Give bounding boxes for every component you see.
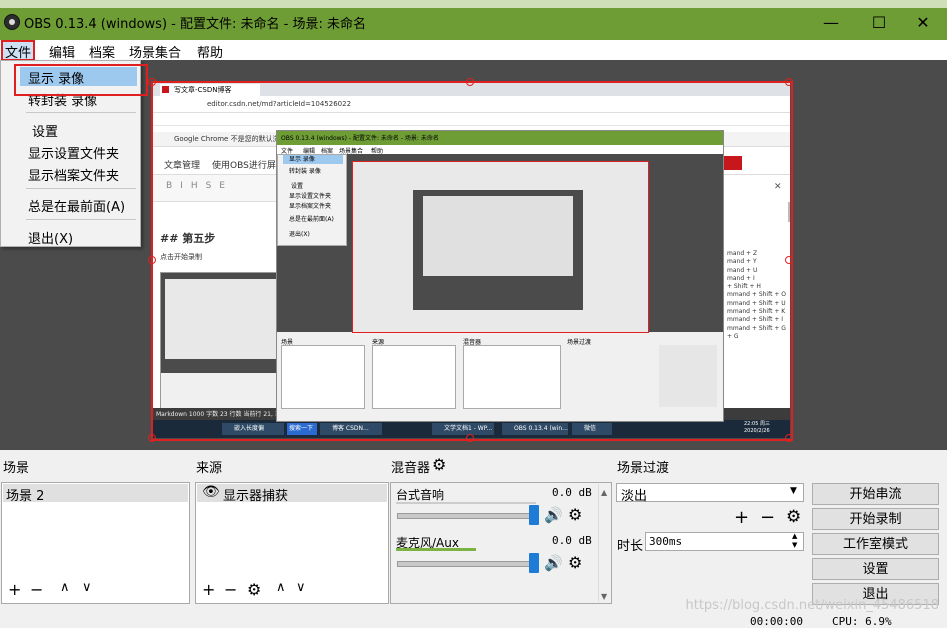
mixer-gear-icon[interactable]: ⚙ <box>432 455 446 474</box>
menu-separator <box>26 112 136 113</box>
add-source-icon[interactable]: + <box>202 580 215 599</box>
mixer-title: 混音器 <box>391 461 431 476</box>
duration-value: 300ms <box>649 535 683 548</box>
menu-profile[interactable]: 档案 <box>89 42 115 61</box>
menu-file[interactable]: 文件 <box>5 42 31 61</box>
volume-slider-track[interactable] <box>397 513 537 519</box>
eye-icon[interactable]: 👁 <box>202 484 220 500</box>
remove-scene-icon[interactable]: − <box>30 580 43 599</box>
resize-handle[interactable] <box>148 434 156 442</box>
transition-selected: 淡出 <box>621 489 648 504</box>
watermark: https://blog.csdn.net/weixin_45486518 <box>685 598 939 613</box>
add-transition-icon[interactable]: + <box>734 507 749 528</box>
sources-title: 来源 <box>196 461 223 476</box>
volume-slider-handle[interactable] <box>529 505 539 525</box>
window-title: OBS 0.13.4 (windows) - 配置文件: 未命名 - 场景: 未… <box>24 17 366 32</box>
speaker-icon[interactable]: 🔊 <box>544 554 563 572</box>
source-properties-gear-icon[interactable]: ⚙ <box>247 580 261 599</box>
resize-handle[interactable] <box>785 78 793 86</box>
move-up-icon[interactable]: ∧ <box>60 580 70 595</box>
transition-gear-icon[interactable]: ⚙ <box>786 507 801 527</box>
mixer-scrollbar[interactable] <box>598 484 611 602</box>
scroll-down-icon[interactable]: ▼ <box>601 592 607 601</box>
studio-mode-button[interactable]: 工作室模式 <box>812 533 939 555</box>
maximize-button[interactable]: ☐ <box>856 8 902 38</box>
menu-always-on-top[interactable]: 总是在最前面(A) <box>28 196 125 215</box>
scene-item[interactable]: 场景 2 <box>6 485 44 504</box>
annotation-box <box>14 64 148 96</box>
resize-handle[interactable] <box>785 434 793 442</box>
menu-help[interactable]: 帮助 <box>197 42 223 61</box>
remove-transition-icon[interactable]: − <box>760 507 775 528</box>
scroll-up-icon[interactable]: ▲ <box>601 488 607 497</box>
mixer-channel-name: 台式音响 <box>396 488 445 502</box>
dropdown-arrow-icon[interactable]: ▼ <box>790 486 797 496</box>
remove-source-icon[interactable]: − <box>224 580 237 599</box>
menu-show-settings-folder[interactable]: 显示设置文件夹 <box>28 143 119 162</box>
start-recording-button[interactable]: 开始录制 <box>812 508 939 530</box>
move-down-icon[interactable]: ∨ <box>82 580 92 595</box>
audio-meter <box>396 502 536 504</box>
resize-handle[interactable] <box>148 256 156 264</box>
move-down-icon[interactable]: ∨ <box>296 580 306 595</box>
resize-handle[interactable] <box>466 434 474 442</box>
duration-label: 时长 <box>617 539 644 554</box>
source-item[interactable]: 显示器捕获 <box>223 485 288 504</box>
minimize-button[interactable]: — <box>808 8 854 38</box>
transitions-title: 场景过渡 <box>617 461 670 476</box>
menu-separator <box>26 188 136 189</box>
menu-show-profile-folder[interactable]: 显示档案文件夹 <box>28 165 119 184</box>
menu-scene-collection[interactable]: 场景集合 <box>129 42 181 61</box>
spin-arrows-icon[interactable]: ▲ ▼ <box>792 532 797 550</box>
resize-handle[interactable] <box>148 78 156 86</box>
menu-settings[interactable]: 设置 <box>32 121 58 140</box>
settings-button[interactable]: 设置 <box>812 558 939 580</box>
audio-meter <box>396 548 476 551</box>
speaker-icon[interactable]: 🔊 <box>544 506 563 524</box>
scenes-title: 场景 <box>3 461 30 476</box>
menu-exit[interactable]: 退出(X) <box>28 228 73 247</box>
resize-handle[interactable] <box>466 78 474 86</box>
mixer-channel-level: 0.0 dB <box>552 534 592 547</box>
resize-handle[interactable] <box>785 256 793 264</box>
channel-gear-icon[interactable]: ⚙ <box>568 505 582 524</box>
status-cpu: CPU: 6.9% <box>832 615 892 628</box>
add-scene-icon[interactable]: + <box>8 580 21 599</box>
move-up-icon[interactable]: ∧ <box>276 580 286 595</box>
close-button[interactable]: ✕ <box>900 8 946 38</box>
menu-separator <box>26 219 136 220</box>
volume-slider-handle[interactable] <box>529 553 539 573</box>
volume-slider-track[interactable] <box>397 561 537 567</box>
source-selection-border[interactable] <box>151 81 793 441</box>
channel-gear-icon[interactable]: ⚙ <box>568 553 582 572</box>
start-streaming-button[interactable]: 开始串流 <box>812 483 939 505</box>
menu-edit[interactable]: 编辑 <box>49 42 75 61</box>
obs-app-icon <box>4 14 20 30</box>
status-time: 00:00:00 <box>750 615 803 628</box>
mixer-channel-level: 0.0 dB <box>552 486 592 499</box>
